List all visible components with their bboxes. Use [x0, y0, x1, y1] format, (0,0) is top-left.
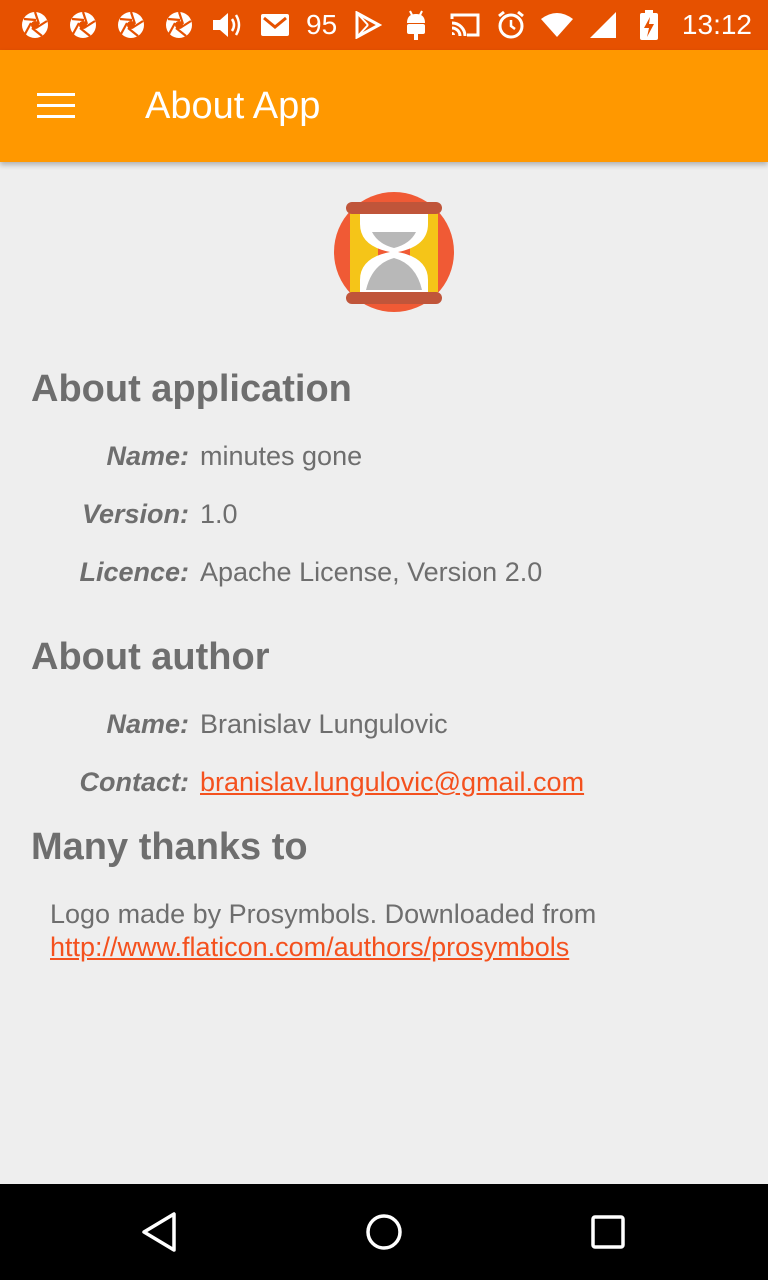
aperture-icon [162, 8, 196, 42]
wifi-icon [540, 8, 574, 42]
app-licence-row: Licence: Apache License, Version 2.0 [0, 557, 768, 597]
page-title: About App [145, 85, 321, 127]
aperture-icon [18, 8, 52, 42]
home-icon[interactable] [354, 1204, 414, 1260]
author-name-value: Branislav Lungulovic [200, 709, 448, 739]
signal-icon [586, 8, 620, 42]
app-name-value: minutes gone [200, 441, 363, 471]
play-store-icon [351, 8, 385, 42]
volume-icon [210, 8, 244, 42]
hamburger-menu-icon[interactable] [24, 78, 88, 134]
alarm-icon [494, 8, 528, 42]
aperture-icon [66, 8, 100, 42]
aperture-icon [114, 8, 148, 42]
android-icon [399, 8, 433, 42]
author-contact-label: Contact: [79, 767, 190, 797]
battery-charging-icon [632, 8, 666, 42]
app-version-value: 1.0 [200, 499, 238, 529]
notification-icons: 95 [18, 0, 433, 50]
status-bar: 95 13:12 [0, 0, 768, 50]
notification-count: 95 [306, 9, 338, 40]
app-name-row: Name: minutes gone [0, 441, 768, 481]
thanks-heading: Many thanks to [31, 826, 308, 868]
app-name-label: Name: [106, 441, 189, 471]
hourglass-logo-icon [332, 190, 456, 314]
author-name-row: Name: Branislav Lungulovic [0, 709, 768, 749]
app-licence-label: Licence: [79, 557, 189, 587]
clock: 13:12 [681, 9, 752, 40]
author-email-link[interactable]: branislav.lungulovic@gmail.com [200, 767, 584, 798]
system-icons: 13:12 [448, 0, 752, 50]
app-licence-value: Apache License, Version 2.0 [200, 557, 543, 587]
app-bar: About App [0, 50, 768, 162]
navigation-bar [0, 1184, 768, 1280]
author-name-label: Name: [106, 709, 189, 739]
cast-icon [448, 8, 482, 42]
mail-icon [258, 8, 292, 42]
recents-icon[interactable] [578, 1204, 638, 1260]
thanks-text: Logo made by Prosymbols. Downloaded from… [50, 898, 730, 964]
author-contact-row: Contact: branislav.lungulovic@gmail.com [0, 767, 768, 807]
flaticon-link[interactable]: http://www.flaticon.com/authors/prosymbo… [50, 932, 569, 962]
about-application-heading: About application [31, 368, 352, 410]
about-author-heading: About author [31, 636, 270, 678]
back-icon[interactable] [130, 1204, 190, 1260]
app-version-row: Version: 1.0 [0, 499, 768, 539]
app-version-label: Version: [81, 499, 189, 529]
thanks-credit-text: Logo made by Prosymbols. Downloaded from [50, 899, 597, 929]
